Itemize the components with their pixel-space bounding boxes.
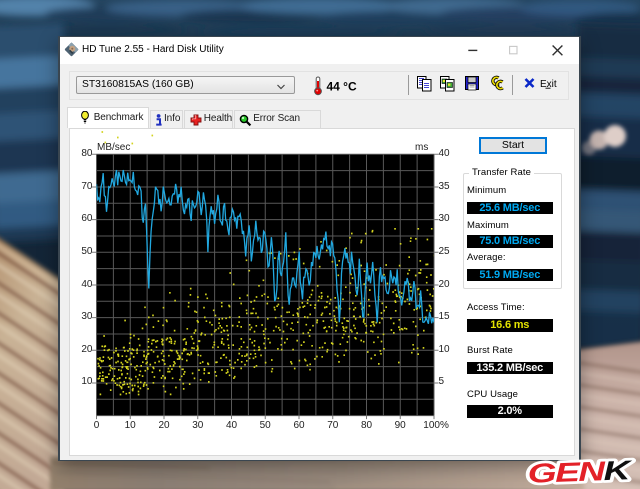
svg-text:44 °C: 44 °C [327,79,357,93]
svg-text:GENK: GENK [527,455,633,489]
